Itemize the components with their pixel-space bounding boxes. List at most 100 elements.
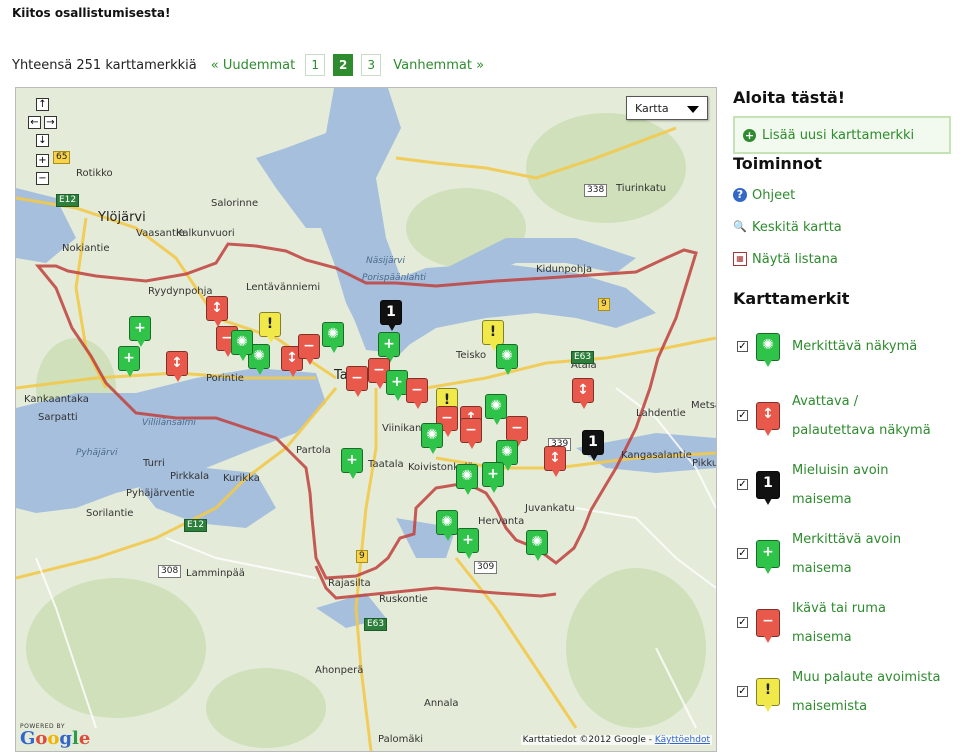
center-map-link[interactable]: Keskitä kartta xyxy=(752,220,842,235)
google-wordmark: Google xyxy=(20,728,91,749)
up-down-arrow-icon: ↕ xyxy=(577,382,589,398)
map-marker-plus[interactable]: + xyxy=(482,462,504,493)
map-marker-arrows[interactable]: ↕ xyxy=(572,378,594,409)
tool-help[interactable]: ? Ohjeet xyxy=(733,179,958,211)
newer-link[interactable]: « Uudemmat xyxy=(211,58,295,73)
map-marker-minus[interactable]: − xyxy=(298,334,320,365)
legend-checkbox[interactable]: ✓ xyxy=(737,410,748,421)
legend-item-open-landscape[interactable]: ✓ + Merkittävä avoin maisema xyxy=(733,519,958,588)
plus-icon: + xyxy=(462,532,474,548)
tool-center-map[interactable]: 🔍 Keskitä kartta xyxy=(733,211,958,243)
map-view[interactable]: Rotikko Ylöjärvi Salorinne Lentävänniemi… xyxy=(15,87,717,752)
legend-label: Ikävä tai ruma xyxy=(792,600,886,616)
zoom-in-icon[interactable]: + xyxy=(36,154,49,167)
view-icon: ✺ xyxy=(501,444,513,460)
map-marker-view[interactable]: ✺ xyxy=(526,530,548,561)
road-shield: E12 xyxy=(184,519,208,532)
place-label: Pyhäjärventie xyxy=(126,488,195,499)
add-marker-box[interactable]: + Lisää uusi karttamerkki xyxy=(733,116,951,154)
legend-item-ugly[interactable]: ✓ − Ikävä tai ruma maisema xyxy=(733,588,958,657)
place-label: Kidunpohja xyxy=(536,264,593,275)
map-marker-exclamation[interactable]: ! xyxy=(259,312,281,343)
view-icon: ✺ xyxy=(762,336,774,353)
map-type-select[interactable]: Kartta xyxy=(626,96,708,120)
google-logo: POWERED BY Google xyxy=(20,723,90,748)
map-marker-arrows[interactable]: ↕ xyxy=(166,351,188,382)
map-marker-plus[interactable]: + xyxy=(457,528,479,559)
legend-checkbox[interactable]: ✓ xyxy=(737,617,748,628)
map-marker-view[interactable]: ✺ xyxy=(421,423,443,454)
map-marker-plus[interactable]: + xyxy=(386,370,408,401)
map-marker-minus[interactable]: − xyxy=(406,378,428,409)
legend-item-favourite[interactable]: ✓ 1 Mieluisin avoin maisema xyxy=(733,450,958,519)
chevron-down-icon xyxy=(687,106,699,113)
legend-item-restore[interactable]: ✓ ↕ Avattava / palautettava näkymä xyxy=(733,381,958,450)
page-1-link[interactable]: 1 xyxy=(305,54,326,76)
pan-down-icon[interactable]: ↓ xyxy=(36,134,49,147)
legend-checkbox[interactable]: ✓ xyxy=(737,686,748,697)
map-marker-view[interactable]: ✺ xyxy=(436,510,458,541)
view-icon: ✺ xyxy=(490,398,502,414)
place-label: Teisko xyxy=(456,350,487,361)
map-marker-exclamation[interactable]: ! xyxy=(482,320,504,351)
map-marker-minus[interactable]: − xyxy=(506,416,528,447)
legend-marker: ! xyxy=(756,677,780,712)
page-3-link[interactable]: 3 xyxy=(361,54,382,76)
pan-left-icon[interactable]: ← xyxy=(28,116,41,129)
legend-checkbox[interactable]: ✓ xyxy=(737,341,748,352)
place-label: Lahdentie xyxy=(636,408,686,419)
map-marker-view[interactable]: ✺ xyxy=(456,464,478,495)
pan-up-icon[interactable]: ↑ xyxy=(36,98,49,111)
map-marker-plus[interactable]: + xyxy=(118,346,140,377)
map-type-value: Kartta xyxy=(635,102,669,115)
map-marker-minus[interactable]: − xyxy=(460,418,482,449)
place-label: Kalkunvuori xyxy=(176,228,235,239)
map-marker-plus[interactable]: + xyxy=(129,316,151,347)
plus-icon: + xyxy=(134,320,146,336)
legend-label: maisema xyxy=(792,491,852,507)
place-label: Turri xyxy=(143,458,165,469)
place-label: Lamminpää xyxy=(186,568,245,579)
water-label: Villilänsalmi xyxy=(142,418,196,428)
older-link[interactable]: Vanhemmat » xyxy=(393,58,484,73)
help-link[interactable]: Ohjeet xyxy=(752,188,795,203)
map-base xyxy=(16,88,716,751)
road-shield: E63 xyxy=(364,618,388,631)
map-marker-plus[interactable]: + xyxy=(378,332,400,363)
zoom-out-icon[interactable]: − xyxy=(36,172,49,185)
tool-list-view[interactable]: ▦ Näytä listana xyxy=(733,243,958,275)
place-label: Nokiantie xyxy=(62,243,110,254)
help-icon: ? xyxy=(733,188,747,202)
map-marker-plus[interactable]: + xyxy=(341,448,363,479)
legend-label: Muu palaute avoimista xyxy=(792,669,941,685)
legend-label: Merkittävä avoin xyxy=(792,531,902,547)
map-marker-favourite[interactable]: 1 xyxy=(380,300,402,331)
road-shield: 9 xyxy=(598,298,610,311)
minus-icon: − xyxy=(351,370,363,386)
legend-checkbox[interactable]: ✓ xyxy=(737,548,748,559)
map-marker-arrows[interactable]: ↕ xyxy=(206,296,228,327)
start-title: Aloita tästä! xyxy=(733,88,846,107)
map-marker-favourite[interactable]: 1 xyxy=(582,430,604,461)
legend-checkbox[interactable]: ✓ xyxy=(737,479,748,490)
terms-link[interactable]: Käyttöehdot xyxy=(655,735,710,745)
up-down-arrow-icon: ↕ xyxy=(762,405,774,422)
view-icon: ✺ xyxy=(441,514,453,530)
map-marker-arrows[interactable]: ↕ xyxy=(544,446,566,477)
pan-right-icon[interactable]: → xyxy=(44,116,57,129)
map-marker-view[interactable]: ✺ xyxy=(485,394,507,425)
place-label: Kankaantaka xyxy=(24,394,89,405)
map-marker-view[interactable]: ✺ xyxy=(231,330,253,361)
map-marker-view[interactable]: ✺ xyxy=(322,322,344,353)
map-marker-minus[interactable]: − xyxy=(346,366,368,397)
credits-text: Karttatiedot ©2012 Google - xyxy=(522,735,652,745)
add-marker-link[interactable]: Lisää uusi karttamerkki xyxy=(762,128,914,143)
map-marker-view[interactable]: ✺ xyxy=(496,344,518,375)
legend-item-other[interactable]: ✓ ! Muu palaute avoimista maisemista xyxy=(733,657,958,726)
place-label: Metsä xyxy=(691,400,716,411)
calendar-icon: ▦ xyxy=(733,252,747,266)
list-view-link[interactable]: Näytä listana xyxy=(752,252,838,267)
legend-item-view[interactable]: ✓ ✺ Merkittävä näkymä xyxy=(733,312,958,381)
up-down-arrow-icon: ↕ xyxy=(211,300,223,316)
zoom-icon: 🔍 xyxy=(733,220,747,233)
